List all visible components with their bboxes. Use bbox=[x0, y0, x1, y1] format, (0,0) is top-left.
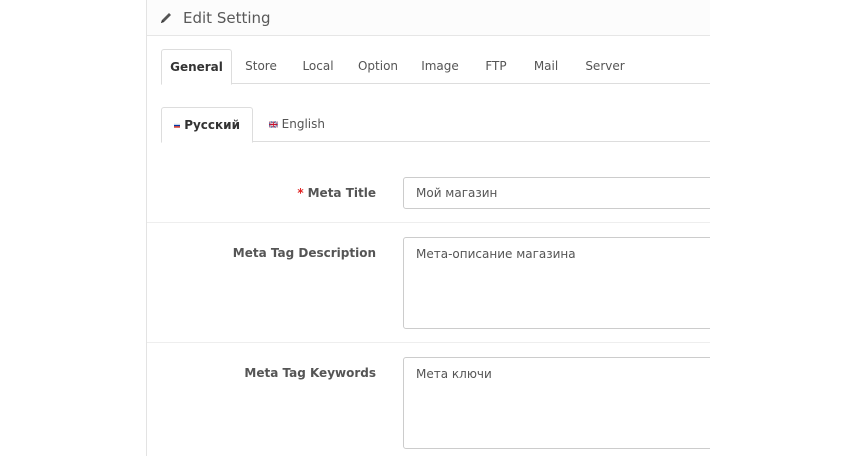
tab-language-english[interactable]: English bbox=[257, 107, 337, 142]
language-label: English bbox=[281, 117, 325, 131]
page-title: Edit Setting bbox=[183, 9, 271, 27]
settings-tabs: General Store Local Option Image FTP Mai… bbox=[161, 49, 710, 85]
settings-panel: Edit Setting General Store Local Option … bbox=[146, 0, 710, 456]
tab-general[interactable]: General bbox=[161, 49, 232, 85]
row-divider bbox=[147, 342, 710, 343]
language-tabs: Русский English bbox=[161, 107, 710, 143]
pencil-icon bbox=[161, 13, 171, 23]
tab-store[interactable]: Store bbox=[239, 49, 283, 84]
tab-image[interactable]: Image bbox=[417, 49, 463, 84]
tab-language-russian[interactable]: Русский bbox=[161, 107, 253, 143]
meta-keywords-textarea[interactable]: Мета ключи bbox=[403, 357, 710, 449]
tab-server[interactable]: Server bbox=[580, 49, 630, 84]
language-label: Русский bbox=[184, 117, 240, 132]
tab-mail[interactable]: Mail bbox=[528, 49, 564, 84]
ru-flag-icon bbox=[174, 122, 181, 128]
uk-flag-icon bbox=[269, 121, 278, 128]
panel-heading: Edit Setting bbox=[147, 0, 710, 36]
meta-description-textarea[interactable]: Мета-описание магазина bbox=[403, 237, 710, 329]
meta-title-input[interactable] bbox=[403, 177, 710, 209]
required-mark: * bbox=[297, 186, 304, 200]
tab-option[interactable]: Option bbox=[353, 49, 403, 84]
meta-description-label: Meta Tag Description bbox=[232, 246, 376, 260]
tab-local[interactable]: Local bbox=[297, 49, 339, 84]
meta-title-label: * Meta Title bbox=[297, 186, 376, 200]
panel-title: Edit Setting bbox=[159, 8, 271, 28]
row-divider bbox=[147, 222, 710, 223]
meta-keywords-label: Meta Tag Keywords bbox=[244, 366, 376, 380]
tab-ftp[interactable]: FTP bbox=[479, 49, 513, 84]
